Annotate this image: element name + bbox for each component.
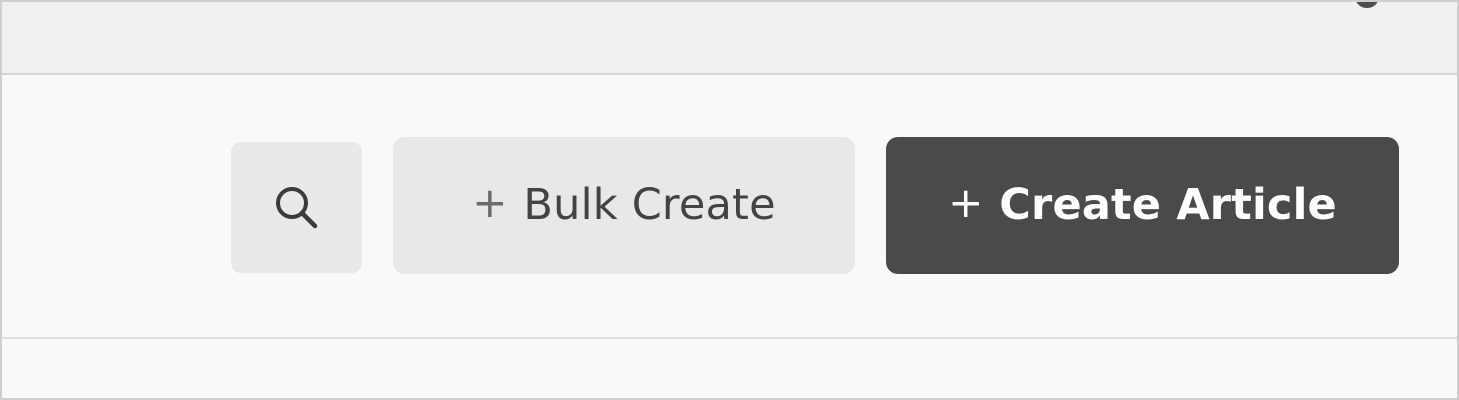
- app-frame: + Bulk Create + Create Article: [0, 0, 1459, 400]
- bulk-create-button[interactable]: + Bulk Create: [393, 137, 855, 274]
- user-avatar[interactable]: [1356, 2, 1378, 8]
- bulk-create-label: Bulk Create: [523, 180, 776, 230]
- create-article-label: Create Article: [999, 180, 1337, 230]
- plus-icon: +: [948, 177, 984, 227]
- content-area: [2, 339, 1457, 398]
- action-toolbar: + Bulk Create + Create Article: [2, 75, 1457, 339]
- plus-icon: +: [472, 177, 508, 227]
- create-article-button[interactable]: + Create Article: [886, 137, 1399, 274]
- search-button[interactable]: [231, 142, 362, 273]
- top-bar: [2, 2, 1457, 75]
- search-icon: [275, 186, 317, 228]
